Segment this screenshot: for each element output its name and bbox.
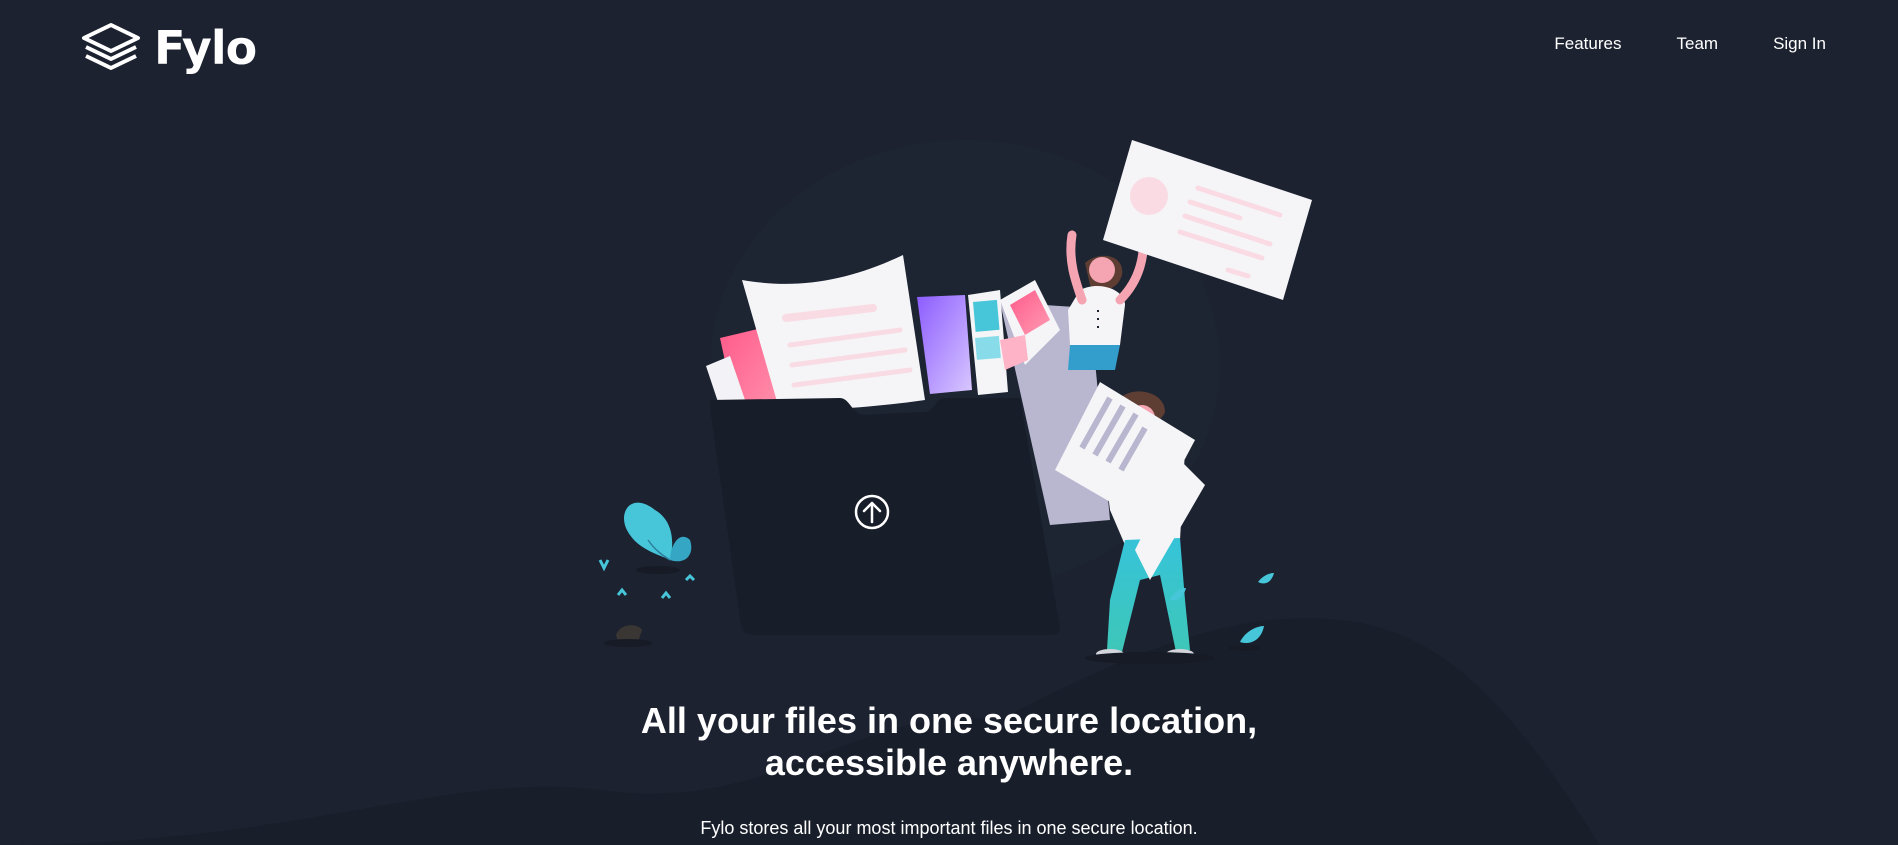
hero-subtitle: Fylo stores all your most important file… (700, 818, 1198, 838)
nav-team-link[interactable]: Team (1676, 34, 1718, 54)
hero-title: All your files in one secure location, a… (0, 700, 1898, 784)
brand-wordmark: Fylo (154, 21, 257, 75)
nav-sign-in-link[interactable]: Sign In (1773, 34, 1826, 54)
plant-decoration (598, 502, 696, 647)
color-swatch-card (917, 295, 972, 394)
site-header: Fylo Features Team Sign In (0, 0, 1898, 95)
hero-title-line1: All your files in one secure location, (640, 700, 1258, 741)
nav-features-link[interactable]: Features (1554, 34, 1621, 54)
main-nav: Features Team Sign In (1554, 34, 1826, 54)
hero-title-line2: accessible anywhere. (764, 742, 1134, 783)
stacked-layers-icon (82, 23, 140, 70)
brand-logo[interactable]: Fylo (80, 21, 257, 75)
folder-front (710, 398, 1060, 635)
hero-illustration (598, 140, 1312, 664)
